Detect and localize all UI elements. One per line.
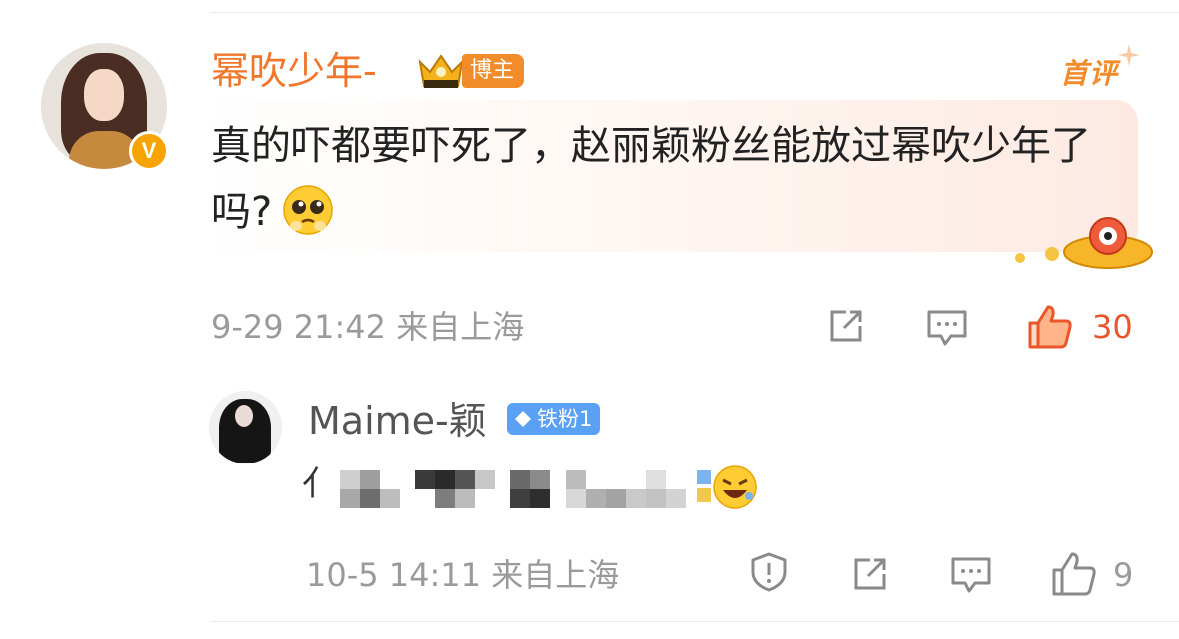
comment-text: 真的吓都要吓死了，赵丽颖粉丝能放过幂吹少年了吗? (211, 113, 1111, 245)
gem-icon (515, 411, 531, 427)
reply-time: 10-5 14:11 (306, 556, 482, 594)
reply-location: 来自上海 (491, 556, 620, 594)
reply-like-count: 9 (1113, 556, 1134, 594)
reply-meta: 10-5 14:11 来自上海 (306, 553, 619, 597)
comment-text-content: 真的吓都要吓死了，赵丽颖粉丝能放过幂吹少年了吗? (211, 123, 1091, 235)
bottom-divider (210, 621, 1179, 622)
reply-text-visible: 亻 (302, 464, 336, 504)
like-count: 30 (1092, 308, 1133, 346)
fan-badge: 铁粉1 (507, 403, 601, 435)
first-comment-tag: 首评 (1060, 57, 1119, 90)
like-icon[interactable] (1050, 550, 1098, 598)
reply-username[interactable]: Maime-颖 (308, 396, 487, 446)
fan-badge-label: 铁粉1 (537, 407, 593, 431)
laughing-face-emoji (697, 465, 757, 509)
comment-username[interactable]: 幂吹少年- (211, 46, 377, 96)
blogger-badge: 博主 (462, 54, 525, 88)
ufo-sticker (1015, 217, 1153, 269)
pleading-face-emoji (283, 185, 333, 235)
report-icon[interactable] (747, 550, 791, 594)
comment-meta: 9-29 21:42 来自上海 (211, 305, 524, 349)
share-icon[interactable] (848, 552, 892, 596)
vip-v-icon: V (129, 131, 169, 171)
comment-location: 来自上海 (396, 308, 525, 346)
comment-icon[interactable] (949, 553, 993, 597)
reply-avatar[interactable] (209, 391, 282, 464)
like-icon[interactable] (1026, 303, 1074, 351)
comment-time: 9-29 21:42 (211, 308, 387, 346)
top-divider (210, 12, 1179, 13)
comment-icon[interactable] (925, 306, 969, 350)
sparkle-icon (1118, 44, 1140, 66)
crown-icon (418, 54, 464, 88)
share-icon[interactable] (824, 304, 868, 348)
